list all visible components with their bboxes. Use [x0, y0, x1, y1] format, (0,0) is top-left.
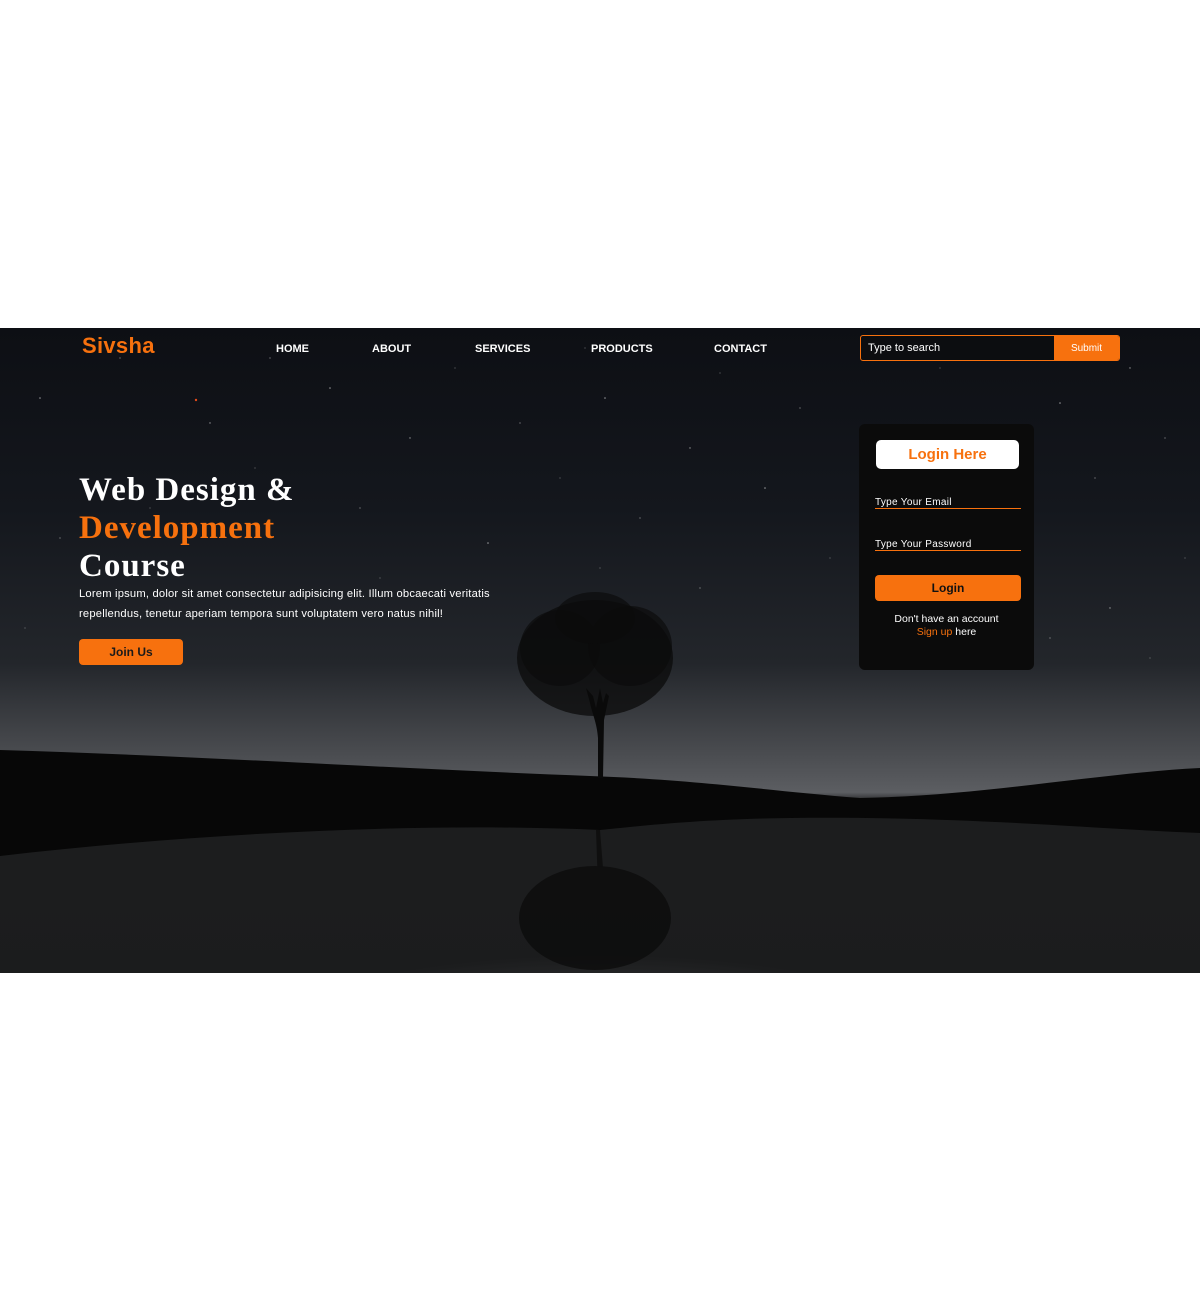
search-input[interactable]: [861, 336, 1054, 360]
login-button[interactable]: Login: [875, 575, 1021, 601]
hero-title-line-2: Development: [79, 510, 276, 546]
signup-link[interactable]: Sign up: [917, 626, 953, 638]
nav-products[interactable]: PRODUCTS: [591, 343, 653, 355]
nav-contact[interactable]: CONTACT: [714, 343, 767, 355]
hero-description: Lorem ipsum, dolor sit amet consectetur …: [79, 588, 490, 620]
join-us-button[interactable]: Join Us: [79, 639, 183, 665]
signup-suffix: here: [952, 626, 977, 638]
brand-logo[interactable]: Sivsha: [82, 333, 155, 359]
login-card: Login Here Login Don't have an account S…: [859, 424, 1034, 670]
hero-title-line-1: Web Design &: [79, 472, 295, 508]
hero-headline: Web Design & Development Course: [79, 471, 295, 585]
nav-about[interactable]: ABOUT: [372, 343, 411, 355]
password-field[interactable]: [875, 538, 1021, 554]
hero-title-line-3: Course: [79, 548, 186, 584]
hero-section: Sivsha HOME ABOUT SERVICES PRODUCTS CONT…: [0, 328, 1200, 973]
password-field-wrapper: [875, 534, 1021, 554]
email-field[interactable]: [875, 496, 1021, 512]
email-field-wrapper: [875, 492, 1021, 512]
signup-prompt-text: Don't have an account: [894, 613, 999, 625]
nav-services[interactable]: SERVICES: [475, 343, 530, 355]
search-bar: Submit: [860, 335, 1120, 361]
login-title: Login Here: [876, 440, 1019, 469]
signup-prompt: Don't have an account Sign up here: [859, 613, 1034, 639]
search-submit-button[interactable]: Submit: [1054, 336, 1119, 360]
nav-home[interactable]: HOME: [276, 343, 309, 355]
